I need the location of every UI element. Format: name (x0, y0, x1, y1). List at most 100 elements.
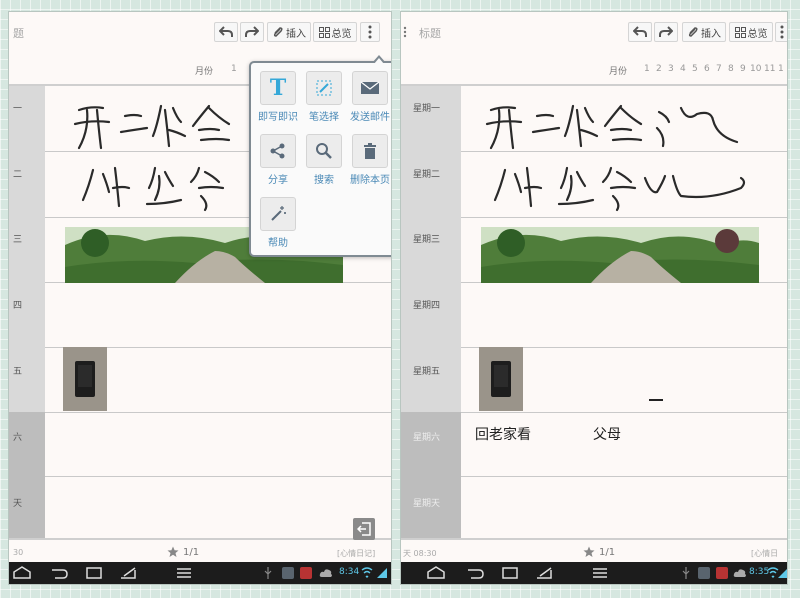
day-label-monday: 星期一 (413, 104, 441, 114)
row-divider (461, 476, 787, 477)
more-menu-button[interactable] (360, 22, 380, 42)
recent-apps-icon[interactable] (501, 566, 519, 580)
page-title[interactable]: 标题 (419, 25, 441, 41)
typed-note[interactable]: 父母 (593, 424, 621, 444)
page-time: 30 (13, 548, 24, 557)
month-number[interactable]: 5 (692, 64, 698, 74)
overview-button[interactable]: 总览 (313, 22, 357, 42)
insert-button[interactable]: 插入 (267, 22, 311, 42)
overview-label: 总览 (331, 28, 352, 40)
landscape-photo[interactable] (481, 227, 759, 283)
page-count: 1/1 (599, 546, 616, 558)
month-number[interactable]: 1 (231, 64, 237, 74)
more-vertical-icon (403, 26, 407, 38)
share-icon (270, 143, 285, 159)
home-icon[interactable] (425, 566, 447, 580)
menu-item-label: 即写即识 (258, 112, 298, 123)
grid-icon (734, 26, 746, 38)
month-number[interactable]: 8 (728, 64, 734, 74)
menu-item-handwriting-recognition[interactable]: T 即写即识 (256, 71, 300, 123)
right-screen: 标题 插入 总览 月份 1 2 3 4 5 6 7 8 9 10 11 1 星期… (400, 11, 788, 585)
search-icon (316, 143, 332, 159)
app-notification-icon (300, 567, 312, 579)
phone-photo[interactable] (479, 347, 523, 411)
month-number[interactable]: 1 (644, 64, 650, 74)
paperclip-icon (688, 27, 698, 37)
system-navbar: 8:34 (9, 562, 391, 584)
menu-icon[interactable] (591, 566, 609, 580)
insert-label: 插入 (701, 28, 721, 40)
more-vertical-icon (780, 25, 784, 39)
day-label-wednesday: 星期三 (413, 235, 441, 245)
month-row: 月份 1 2 3 4 5 6 7 8 9 10 11 1 (401, 64, 787, 78)
day-label-tuesday: 二 (13, 170, 23, 180)
menu-item-label: 发送邮件 (350, 112, 390, 123)
recent-apps-icon[interactable] (85, 566, 103, 580)
screenshot-icon[interactable] (119, 566, 139, 580)
paperclip-icon (273, 27, 283, 37)
diary-tag: [心情日 (751, 549, 779, 558)
row-divider (461, 217, 787, 218)
home-icon[interactable] (11, 566, 33, 580)
handwriting-ink[interactable] (481, 96, 761, 216)
month-number[interactable]: 4 (680, 64, 686, 74)
menu-item-help[interactable]: 帮助 (256, 197, 300, 249)
app-notification-icon (698, 567, 710, 579)
page-title[interactable]: 题 (13, 25, 24, 41)
row-divider (461, 412, 787, 413)
top-toolbar: 标题 插入 总览 (401, 12, 787, 50)
wifi-icon (361, 567, 373, 578)
month-number[interactable]: 7 (716, 64, 722, 74)
pen-select-icon (316, 80, 332, 96)
magic-wand-icon (271, 206, 286, 221)
redo-icon (245, 26, 259, 37)
day-label-saturday: 星期六 (413, 433, 441, 443)
status-clock: 8:34 (339, 567, 360, 577)
month-number[interactable]: 9 (740, 64, 746, 74)
month-number[interactable]: 1 (778, 64, 784, 74)
undo-button[interactable] (628, 22, 652, 42)
screenshot-icon[interactable] (535, 566, 555, 580)
phone-photo[interactable] (63, 347, 107, 411)
menu-item-label: 删除本页 (350, 175, 390, 186)
star-icon[interactable] (167, 546, 179, 558)
usb-icon (264, 567, 272, 579)
redo-button[interactable] (240, 22, 264, 42)
row-divider (45, 476, 391, 477)
top-toolbar: 题 插入 总览 (9, 12, 391, 50)
typed-note[interactable]: 回老家看 (475, 424, 531, 444)
day-label-sunday: 星期天 (413, 499, 441, 509)
star-icon[interactable] (583, 546, 595, 558)
insert-button[interactable]: 插入 (682, 22, 726, 42)
more-menu-button[interactable] (775, 22, 787, 42)
menu-item-send-email[interactable]: 发送邮件 (348, 71, 391, 123)
month-number[interactable]: 3 (668, 64, 674, 74)
month-label: 月份 (609, 67, 628, 77)
menu-item-delete-page[interactable]: 删除本页 (348, 134, 391, 186)
left-screen: 题 插入 总览 月份 1 一 二 三 四 五 六 天 30 1/1 [心情日记]… (8, 11, 392, 585)
day-label-thursday: 四 (13, 301, 23, 311)
redo-icon (659, 26, 673, 37)
bottom-bar: 天 08:30 1/1 [心情日 (401, 540, 787, 564)
undo-button[interactable] (214, 22, 238, 42)
month-number[interactable]: 2 (656, 64, 662, 74)
menu-item-search[interactable]: 搜索 (302, 134, 346, 186)
month-number[interactable]: 10 (750, 64, 761, 74)
app-notification-icon (716, 567, 728, 579)
usb-icon (682, 567, 690, 579)
undo-icon (633, 26, 647, 37)
diary-tag: [心情日记] (337, 549, 376, 558)
month-number[interactable]: 11 (764, 64, 775, 74)
back-icon[interactable] (49, 566, 69, 580)
back-icon[interactable] (465, 566, 485, 580)
overview-button[interactable]: 总览 (729, 22, 773, 42)
app-notification-icon (282, 567, 294, 579)
menu-item-pen-select[interactable]: 笔选择 (302, 71, 346, 123)
menu-icon[interactable] (175, 566, 193, 580)
handwriting-ink[interactable] (69, 96, 249, 216)
exit-button[interactable] (353, 518, 375, 540)
menu-item-share[interactable]: 分享 (256, 134, 300, 186)
month-number[interactable]: 6 (704, 64, 710, 74)
undo-icon (219, 26, 233, 37)
redo-button[interactable] (654, 22, 678, 42)
